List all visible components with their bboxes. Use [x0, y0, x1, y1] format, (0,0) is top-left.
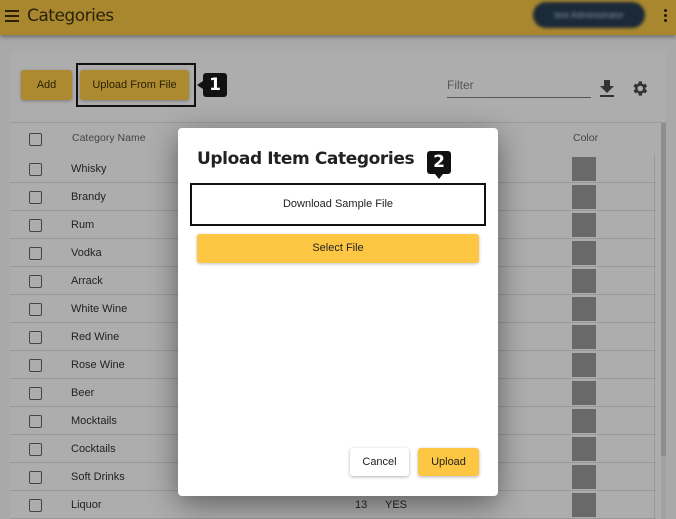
select-file-button[interactable]: Select File [197, 234, 479, 263]
annotation-marker-2: 2 [427, 151, 451, 179]
cancel-button[interactable]: Cancel [350, 448, 409, 476]
upload-button[interactable]: Upload [418, 448, 479, 476]
dialog-title: Upload Item Categories [197, 149, 415, 169]
upload-dialog: Upload Item Categories Download Sample F… [178, 128, 498, 496]
download-sample-file-button[interactable]: Download Sample File [190, 183, 486, 226]
